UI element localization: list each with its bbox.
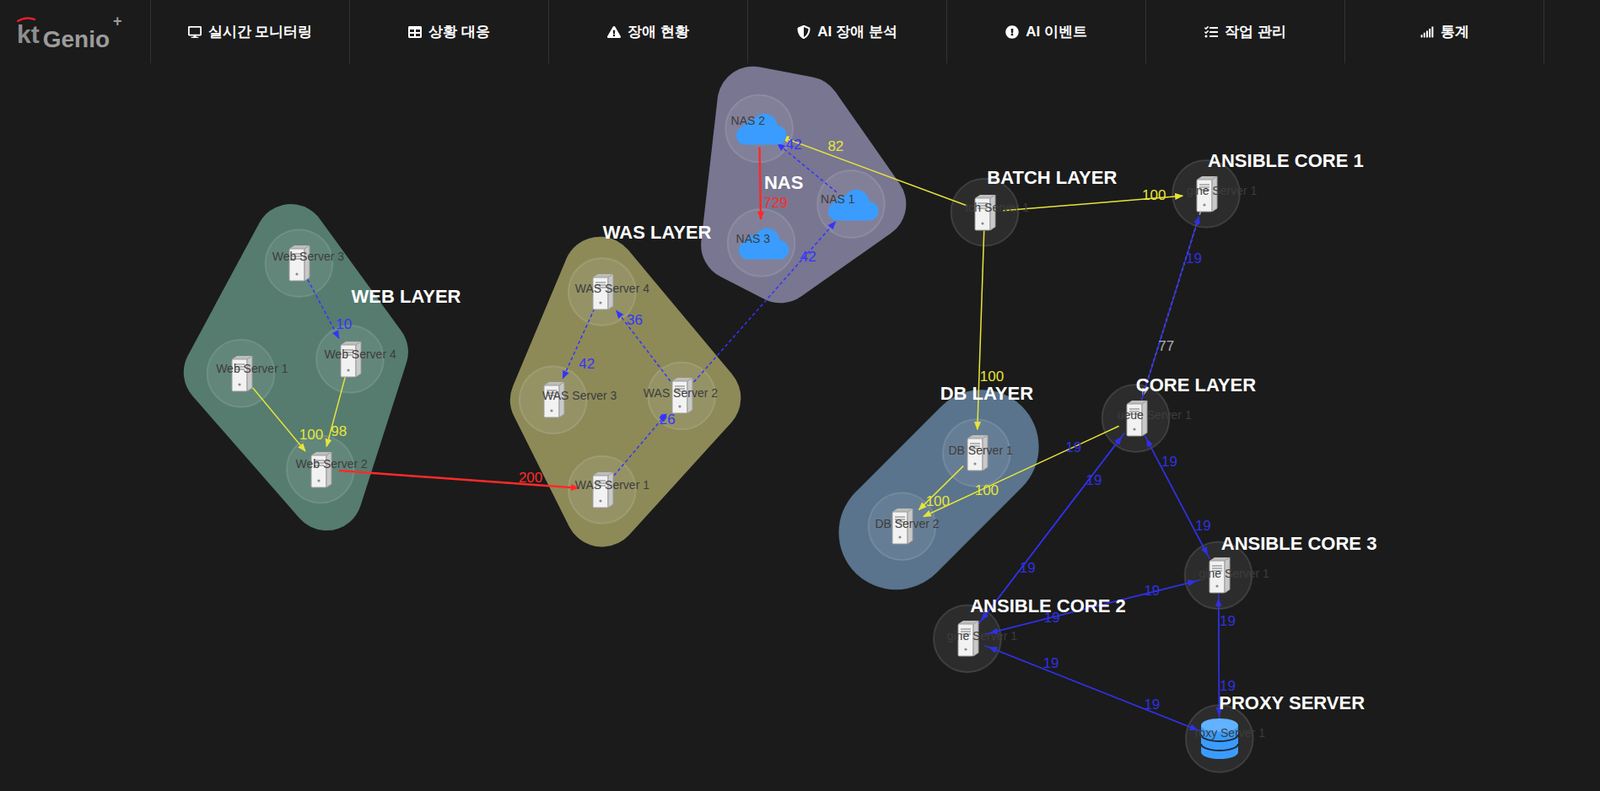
node-label: gine Server 1	[1186, 184, 1257, 197]
edge-label: 42	[578, 355, 595, 371]
edge-line	[923, 425, 1120, 517]
edge-line	[307, 280, 340, 340]
top-nav: ktGenio+실시간 모니터링상황 대응장애 현황AI 장애 분석AI 이벤트…	[0, 0, 1600, 64]
edge-label: 42	[786, 136, 803, 151]
edge-line	[781, 136, 967, 206]
edge-label: 82	[827, 139, 844, 154]
edge-label: 19	[1143, 583, 1160, 598]
node-halo	[265, 229, 334, 297]
node-label: roxy Server 1	[1195, 727, 1266, 739]
edge-label: 100	[926, 494, 950, 509]
node-label: NAS 3	[736, 232, 771, 245]
node-label: gine Server 1	[947, 630, 1018, 642]
node-halo	[727, 209, 796, 277]
edge-line	[989, 647, 1202, 733]
edge-label: 19	[1219, 678, 1236, 694]
edge-line	[918, 466, 964, 511]
topology-graphics	[0, 63, 1600, 791]
group-label: DB LAYER	[940, 384, 1034, 404]
nav-icon	[1005, 25, 1019, 39]
node-label: tch Server 1	[964, 201, 1029, 214]
edge-label: 100	[980, 369, 1004, 384]
edge-label: 10	[335, 316, 352, 331]
logo-mark: +	[113, 13, 123, 29]
node-label: DB Server 2	[874, 517, 939, 530]
edge-line	[616, 310, 671, 382]
topology-canvas: Web Server 3 Web Server 4 Web Server 1 Web …	[0, 63, 1600, 791]
node-label: WAS Server 4	[575, 282, 650, 295]
group-label: PROXY SERVER	[1218, 694, 1365, 713]
database-icon	[1198, 716, 1241, 761]
edge-label: 19	[1143, 696, 1160, 712]
logo-name: Genio	[43, 27, 110, 52]
node-label: NAS 1	[820, 193, 855, 205]
edge-label: 36	[626, 312, 643, 327]
edge-label: 26	[659, 412, 676, 427]
edge-label: 729	[763, 194, 787, 210]
edge-label: 19	[1085, 472, 1102, 487]
edge-line	[1141, 216, 1200, 401]
group-label: ANSIBLE CORE 1	[1207, 151, 1364, 171]
edge-label: 100	[299, 427, 324, 442]
node-label: Web Server 2	[296, 457, 368, 470]
nav-item[interactable]: 작업 관리	[1146, 0, 1346, 64]
edge-label: 100	[975, 482, 999, 497]
node-label: WAS Server 2	[643, 387, 718, 399]
group-label: ANSIBLE CORE 2	[969, 597, 1126, 616]
edge-label: 200	[518, 470, 543, 485]
node-label: gine Server 1	[1199, 567, 1270, 580]
nav-icon	[607, 25, 621, 39]
nav-item[interactable]: 장애 현황	[549, 0, 749, 64]
edge-label: 98	[330, 423, 347, 438]
edge-line	[694, 221, 836, 383]
node-label: Web Server 4	[323, 348, 396, 361]
edge-line	[981, 433, 1125, 621]
nav-icon	[408, 25, 422, 39]
edge-label: 19	[1219, 613, 1236, 628]
group-label: WEB LAYER	[351, 287, 462, 307]
edge-line	[562, 308, 594, 379]
nav-item[interactable]: 실시간 모니터링	[150, 0, 351, 64]
nav-item[interactable]: AI 장애 분석	[748, 0, 948, 64]
edge-line	[1147, 439, 1211, 560]
edge-line	[339, 470, 579, 489]
edge-label: 19	[1019, 560, 1036, 575]
logo[interactable]: ktGenio+	[0, 0, 151, 64]
nav-icon	[1204, 25, 1218, 39]
node[interactable]	[1198, 716, 1241, 761]
edge-label: 19	[1185, 251, 1202, 266]
nav-icon	[188, 25, 202, 39]
edge-label: 19	[1043, 656, 1060, 671]
edge-label: 19	[1161, 453, 1178, 469]
node-label: NAS 2	[731, 114, 765, 127]
group-label: ANSIBLE CORE 3	[1221, 534, 1378, 554]
edge-line	[614, 414, 667, 476]
node-label: Web Server 3	[272, 250, 345, 263]
group-label: CORE LAYER	[1136, 376, 1256, 395]
nav-item[interactable]: 상황 대응	[350, 0, 550, 64]
nav-item[interactable]: 통계	[1345, 0, 1545, 64]
edge-label: 19	[1195, 518, 1212, 534]
edge-label: 100	[1142, 188, 1166, 203]
logo-brand: kt	[16, 21, 40, 48]
nav-item[interactable]: AI 이벤트	[947, 0, 1147, 64]
node-halo	[817, 170, 885, 238]
edge-line	[253, 387, 306, 452]
node-label: WAS Server 1	[575, 479, 650, 491]
edge-label: 77	[1158, 339, 1175, 354]
group-label: WAS LAYER	[603, 223, 712, 243]
edge-label: 42	[800, 248, 817, 264]
app: ktGenio+실시간 모니터링상황 대응장애 현황AI 장애 분석AI 이벤트…	[0, 0, 1600, 791]
edge-label: 19	[1065, 439, 1082, 454]
node-label: ueue Server 1	[1117, 409, 1192, 421]
edge-line	[759, 146, 761, 220]
node-label: WAS Server 3	[542, 389, 617, 402]
node-label: DB Server 1	[948, 444, 1013, 457]
group-label: BATCH LAYER	[986, 168, 1117, 188]
group-label: NAS	[764, 173, 803, 193]
nav-icon	[1420, 25, 1434, 39]
node-label: Web Server 1	[215, 362, 288, 375]
nav-icon	[797, 25, 811, 39]
